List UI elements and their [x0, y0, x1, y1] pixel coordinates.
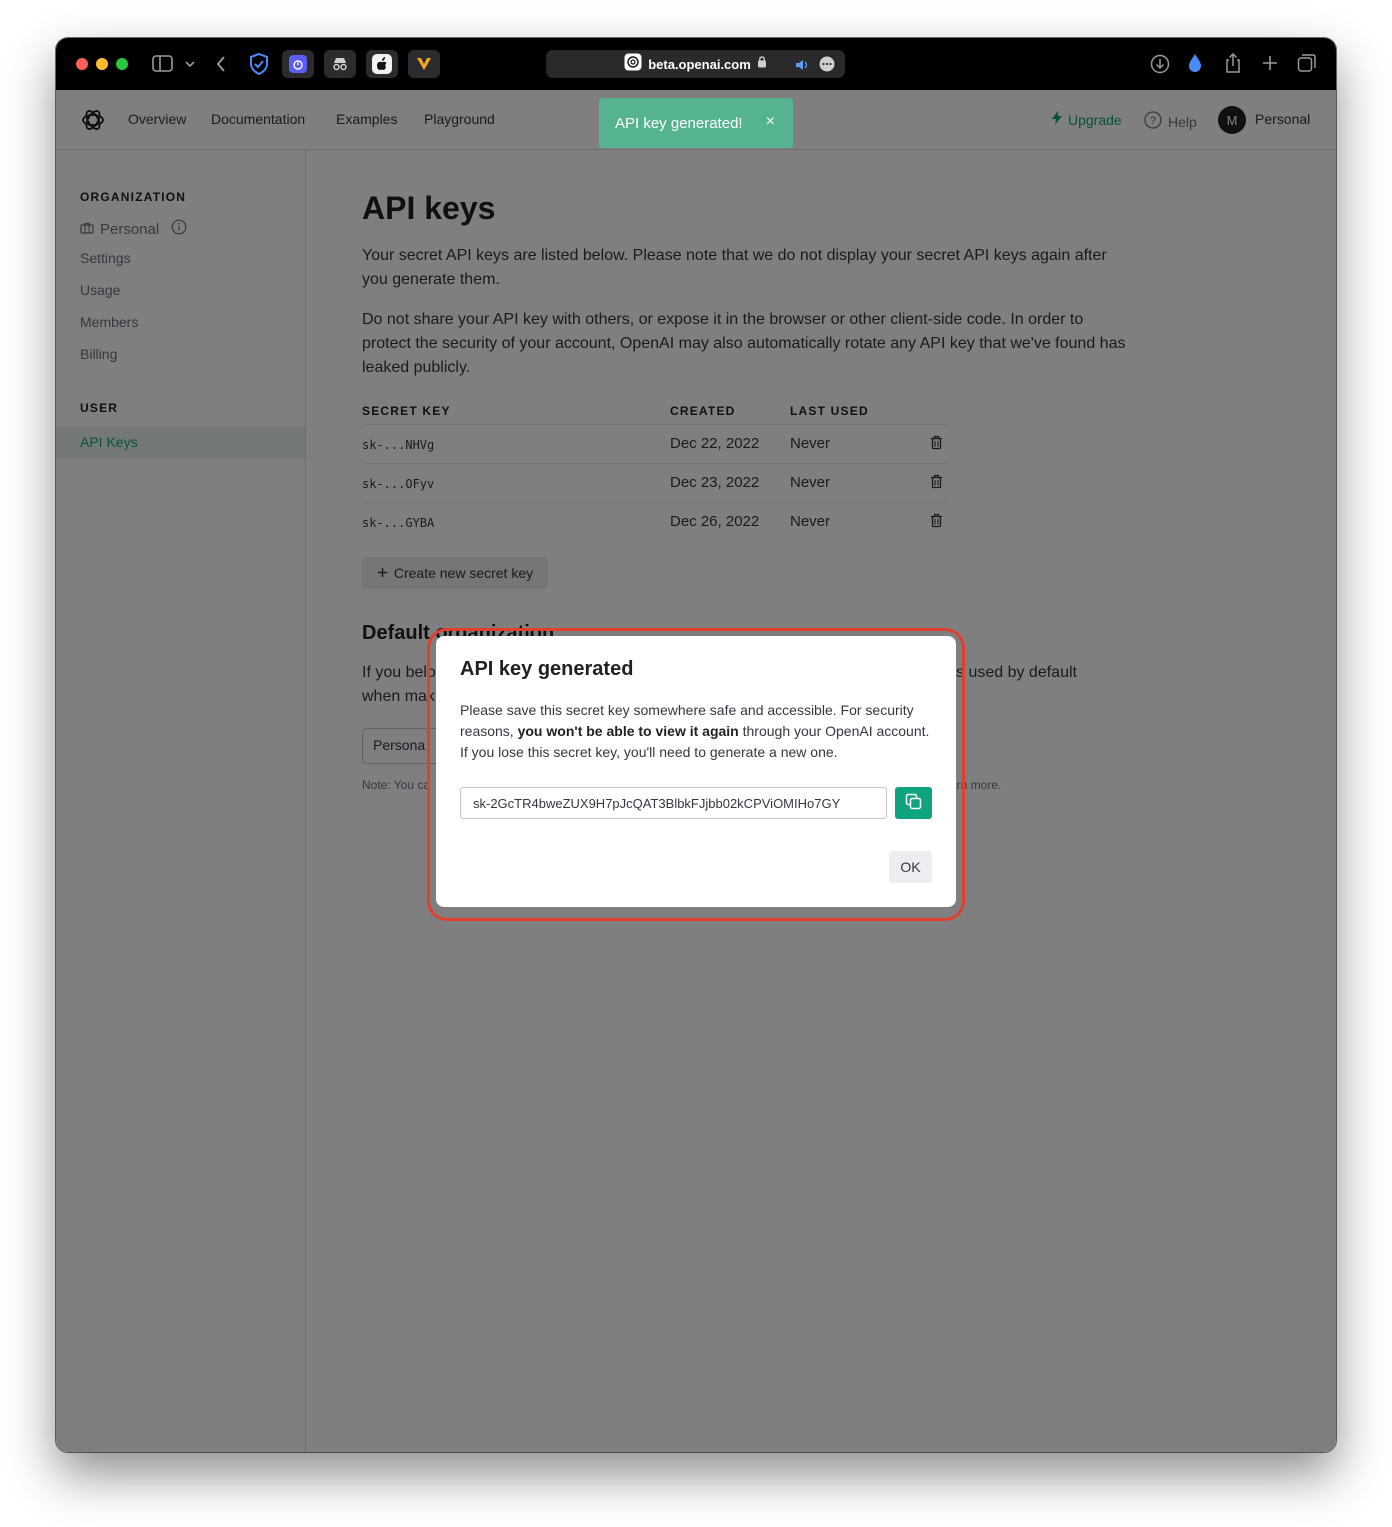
incognito-extension-icon[interactable]	[324, 50, 356, 78]
modal-body-emphasis: you won't be able to view it again	[517, 723, 739, 739]
sidebar-toggle-icon[interactable]	[152, 55, 174, 73]
copy-key-button[interactable]	[895, 787, 932, 819]
zoom-window-button[interactable]	[116, 58, 128, 70]
apple-extension-icon[interactable]	[366, 50, 398, 78]
copy-icon	[905, 793, 922, 813]
share-icon[interactable]	[1224, 52, 1242, 74]
openai-site-icon	[624, 53, 642, 76]
tab-overview-icon[interactable]	[1297, 53, 1317, 73]
modal-body: Please save this secret key somewhere sa…	[460, 700, 936, 763]
secret-key-field[interactable]	[460, 787, 887, 819]
api-key-modal: API key generated Please save this secre…	[436, 636, 956, 907]
vpn-extension-icon[interactable]	[408, 50, 440, 78]
back-arrow-icon[interactable]	[215, 54, 227, 74]
close-icon[interactable]: ×	[766, 113, 775, 131]
speaker-icon[interactable]	[795, 58, 811, 76]
bitwarden-shield-icon[interactable]	[248, 52, 270, 76]
water-drop-icon[interactable]	[1187, 53, 1203, 73]
browser-toolbar: beta.openai.com	[56, 38, 1336, 90]
toast-message: API key generated!	[615, 114, 743, 132]
timer-extension-icon[interactable]	[282, 50, 314, 78]
modal-title: API key generated	[460, 658, 634, 680]
address-bar[interactable]: beta.openai.com	[546, 50, 845, 78]
openai-page: Overview Documentation Examples Playgrou…	[56, 90, 1336, 1452]
browser-window: beta.openai.com API key generated! × API…	[56, 38, 1336, 1452]
chevron-down-icon[interactable]	[184, 59, 196, 69]
minimize-window-button[interactable]	[96, 58, 108, 70]
lock-icon	[757, 55, 767, 73]
close-window-button[interactable]	[76, 58, 88, 70]
new-tab-icon[interactable]	[1261, 54, 1279, 72]
download-icon[interactable]	[1150, 54, 1170, 74]
success-toast: API key generated! ×	[599, 98, 793, 148]
ok-button[interactable]: OK	[889, 851, 932, 883]
url-text: beta.openai.com	[648, 56, 751, 72]
more-options-icon[interactable]	[819, 56, 835, 77]
